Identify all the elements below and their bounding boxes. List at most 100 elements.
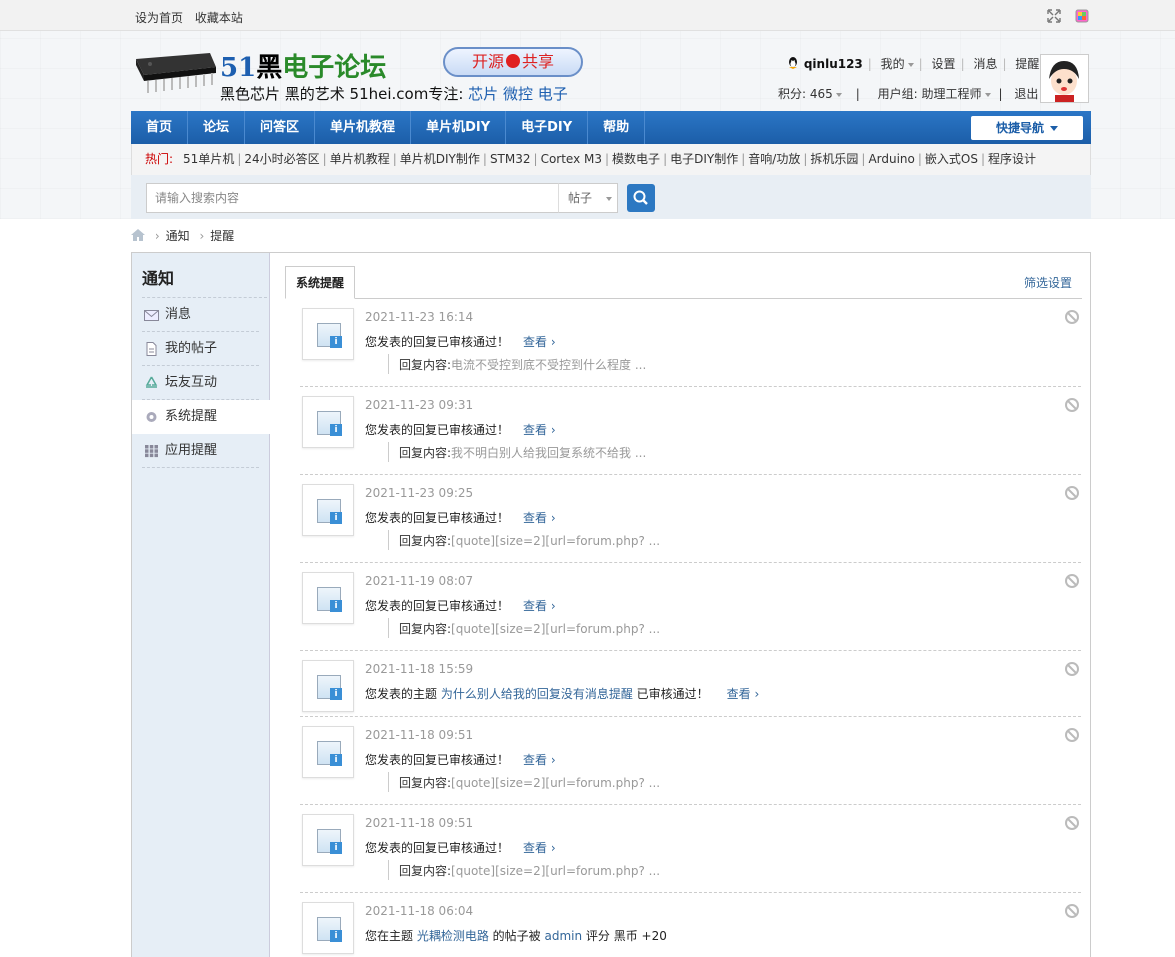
view-link[interactable]: 查看 › <box>727 687 760 701</box>
logout-link[interactable]: 退出 <box>1014 87 1038 101</box>
quote-text: 电流不受控到底不受控到什么程度 ... <box>451 358 647 372</box>
hot-link[interactable]: 51单片机 <box>183 152 234 166</box>
delete-icon[interactable] <box>1065 662 1079 676</box>
view-link[interactable]: 查看 › <box>523 335 556 349</box>
subtitle-elec: 电子 <box>537 85 568 103</box>
hot-link[interactable]: 拆机乐园 <box>810 152 858 166</box>
tab-system-reminders[interactable]: 系统提醒 <box>285 266 356 299</box>
notice-text: 的帖子被 <box>488 929 545 943</box>
hot-link[interactable]: 程序设计 <box>988 152 1036 166</box>
subtitle-chip: 芯片 <box>468 85 499 103</box>
sidebar-item-label: 我的帖子 <box>165 341 218 356</box>
view-link[interactable]: 查看 › <box>523 841 556 855</box>
user-link[interactable]: admin <box>544 929 582 943</box>
info-document-icon: i <box>317 917 342 942</box>
thread-link[interactable]: 为什么别人给我的回复没有消息提醒 <box>441 687 633 701</box>
sidebar-item-app-reminders[interactable]: 应用提醒 <box>132 434 259 468</box>
hot-link[interactable]: STM32 <box>490 152 531 166</box>
points-menu[interactable]: 积分: 465 <box>778 87 833 101</box>
reminders-link[interactable]: 提醒 <box>1015 57 1039 71</box>
quote-text: [quote][size=2][url=forum.php? ... <box>451 864 661 878</box>
nav-forum[interactable]: 论坛 <box>188 111 246 144</box>
notice-quote: 回复内容:我不明白别人给我回复系统不给我 ... <box>388 442 646 462</box>
fullscreen-icon[interactable] <box>1047 8 1061 23</box>
quote-label: 回复内容: <box>399 446 452 460</box>
info-document-icon: i <box>317 411 342 436</box>
thread-link[interactable]: 光耦检测电路 <box>417 929 489 943</box>
delete-icon[interactable] <box>1065 486 1079 500</box>
hot-link[interactable]: Cortex M3 <box>541 152 602 166</box>
top-links: 设为首页 收藏本站 <box>135 9 251 26</box>
theme-icon[interactable] <box>1075 9 1089 23</box>
mine-menu[interactable]: 我的 <box>881 57 905 71</box>
home-icon[interactable] <box>131 229 145 241</box>
view-link[interactable]: 查看 › <box>523 511 556 525</box>
sidebar-item-my-posts[interactable]: 我的帖子 <box>132 332 259 366</box>
quote-label: 回复内容: <box>399 622 452 636</box>
hot-link[interactable]: 单片机DIY制作 <box>400 152 480 166</box>
view-link[interactable]: 查看 › <box>523 599 556 613</box>
set-homepage-link[interactable]: 设为首页 <box>135 11 183 25</box>
hot-link[interactable]: 模数电子 <box>612 152 660 166</box>
breadcrumb-notify[interactable]: 通知 <box>166 229 190 243</box>
delete-icon[interactable] <box>1065 816 1079 830</box>
notice-thumb: i <box>302 814 354 866</box>
hot-link[interactable]: 音响/功放 <box>748 152 800 166</box>
content-panel: 通知 消息 我的帖子 坛友互动 系统提醒 应用提醒 系统提醒 筛选设置 i 20… <box>131 252 1091 957</box>
settings-link[interactable]: 设置 <box>932 57 956 71</box>
sidebar-item-interaction[interactable]: 坛友互动 <box>132 366 259 400</box>
chip-logo-icon <box>136 53 216 93</box>
notice-thumb: i <box>302 308 354 360</box>
group-caret-icon <box>984 92 991 97</box>
nav-mcu-diy[interactable]: 单片机DIY <box>411 111 507 144</box>
nav-electronics-diy[interactable]: 电子DIY <box>506 111 589 144</box>
breadcrumb-remind[interactable]: 提醒 <box>210 229 234 243</box>
bookmark-link[interactable]: 收藏本站 <box>195 11 243 25</box>
notice-message: 您发表的回复已审核通过！ 查看 › <box>365 333 556 350</box>
quote-label: 回复内容: <box>399 864 452 878</box>
hot-link[interactable]: 24小时必答区 <box>244 152 319 166</box>
delete-icon[interactable] <box>1065 574 1079 588</box>
sidebar-item-system-reminders[interactable]: 系统提醒 <box>132 400 270 434</box>
grid-icon <box>145 445 158 458</box>
username[interactable]: qinlu123 <box>804 57 863 71</box>
quote-label: 回复内容: <box>399 358 452 372</box>
filter-settings-link[interactable]: 筛选设置 <box>1024 274 1072 291</box>
avatar[interactable] <box>1040 54 1089 103</box>
search-button[interactable] <box>627 184 655 212</box>
site-logo[interactable]: 51黑电子论坛 开源 共享 黑色芯片 黑的艺术 51hei.com专注: 芯片 微… <box>130 45 600 105</box>
hot-link[interactable]: 单片机教程 <box>330 152 390 166</box>
notice-time: 2021-11-23 09:31 <box>365 398 474 412</box>
notice-time: 2021-11-23 16:14 <box>365 310 474 324</box>
notice-time: 2021-11-23 09:25 <box>365 486 474 500</box>
notice-text: 评分 黑币 +20 <box>582 929 667 943</box>
search-type-select[interactable]: 帖子 <box>558 183 618 213</box>
document-icon <box>146 342 157 356</box>
search-input[interactable]: 请输入搜索内容 <box>146 183 559 213</box>
nav-mcu-tutorial[interactable]: 单片机教程 <box>315 111 412 144</box>
view-link[interactable]: 查看 › <box>523 753 556 767</box>
recycle-icon <box>145 376 158 388</box>
nav-home[interactable]: 首页 <box>131 111 189 144</box>
notice-message: 您发表的回复已审核通过！ 查看 › <box>365 751 556 768</box>
sidebar-item-messages[interactable]: 消息 <box>132 298 259 332</box>
hot-link[interactable]: 嵌入式OS <box>925 152 978 166</box>
avatar-image <box>1041 55 1088 102</box>
delete-icon[interactable] <box>1065 310 1079 324</box>
nav-help[interactable]: 帮助 <box>588 111 646 144</box>
hot-link[interactable]: 电子DIY制作 <box>670 152 738 166</box>
quick-nav-button[interactable]: 快捷导航 <box>971 116 1083 140</box>
header: 51黑电子论坛 开源 共享 黑色芯片 黑的艺术 51hei.com专注: 芯片 微… <box>0 31 1175 219</box>
search-type-caret-icon <box>606 196 613 201</box>
user-group-menu[interactable]: 用户组: 助理工程师 <box>878 87 982 101</box>
delete-icon[interactable] <box>1065 728 1079 742</box>
hot-link[interactable]: Arduino <box>868 152 914 166</box>
messages-link[interactable]: 消息 <box>973 57 997 71</box>
sidebar-title: 通知 <box>142 265 267 298</box>
delete-icon[interactable] <box>1065 904 1079 918</box>
delete-icon[interactable] <box>1065 398 1079 412</box>
view-link[interactable]: 查看 › <box>523 423 556 437</box>
notice-text: 您发表的回复已审核通过！ <box>365 335 510 349</box>
points-caret-icon <box>835 92 842 97</box>
nav-qa[interactable]: 问答区 <box>245 111 316 144</box>
